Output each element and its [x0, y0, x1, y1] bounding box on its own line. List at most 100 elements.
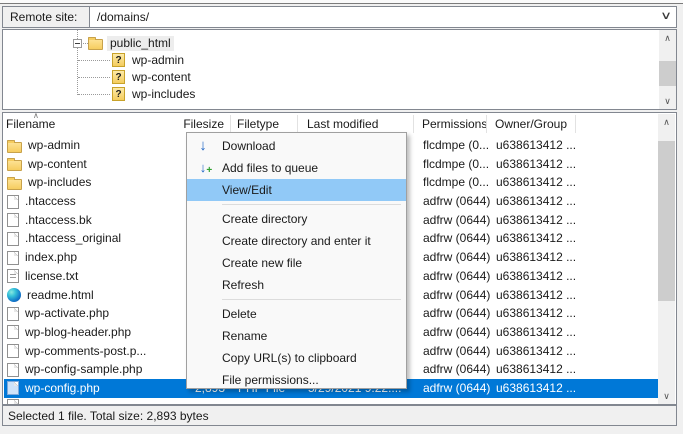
- permissions: flcdmpe (0...: [423, 174, 493, 191]
- owner-group: u638613412 ...: [496, 156, 584, 173]
- column-header-owner-group[interactable]: Owner/Group: [495, 117, 567, 131]
- tree-line: [78, 77, 110, 78]
- file-row-partial[interactable]: [4, 398, 660, 404]
- owner-group: u638613412 ...: [496, 380, 584, 397]
- filename: wp-blog-header.php: [25, 324, 131, 341]
- top-divider: [0, 3, 683, 4]
- context-menu: ↓ Download ↓+ Add files to queue View/Ed…: [186, 132, 407, 389]
- owner-group: u638613412 ...: [496, 324, 584, 341]
- permissions: adfrw (0644): [423, 361, 493, 378]
- menu-item-view-edit[interactable]: View/Edit: [187, 179, 406, 201]
- tree-collapse-toggle[interactable]: [73, 39, 82, 48]
- file-icon: [7, 344, 19, 358]
- owner-group: u638613412 ...: [496, 212, 584, 229]
- remote-site-bar: Remote site: /domains/ ∨: [2, 6, 677, 28]
- unknown-folder-icon: ?: [112, 53, 125, 67]
- tree-scrollbar-thumb[interactable]: [659, 61, 676, 86]
- owner-group: u638613412 ...: [496, 343, 584, 360]
- filename: wp-admin: [28, 137, 80, 154]
- owner-group: u638613412 ...: [496, 230, 584, 247]
- owner-group: u638613412 ...: [496, 305, 584, 322]
- menu-item-create-directory[interactable]: Create directory: [187, 208, 406, 230]
- tree-scrollbar[interactable]: ∧ ∨: [659, 30, 676, 109]
- tree-node-label: public_html: [107, 36, 174, 51]
- menu-item-file-permissions[interactable]: File permissions...: [187, 369, 406, 391]
- filename: .htaccess: [25, 193, 76, 210]
- tree-line: [77, 48, 78, 95]
- menu-item-download[interactable]: ↓ Download: [187, 135, 406, 157]
- permissions: adfrw (0644): [423, 249, 493, 266]
- file-icon: [7, 325, 19, 339]
- permissions: adfrw (0644): [423, 268, 493, 285]
- file-icon: [7, 213, 19, 227]
- menu-item-label: Rename: [219, 329, 267, 343]
- column-divider[interactable]: [413, 115, 414, 133]
- filename: wp-content: [28, 156, 87, 173]
- download-icon: ↓: [187, 139, 219, 153]
- scroll-up-icon[interactable]: ∧: [658, 114, 675, 130]
- permissions: adfrw (0644): [423, 305, 493, 322]
- menu-item-copy-urls[interactable]: Copy URL(s) to clipboard: [187, 347, 406, 369]
- menu-item-label: Create directory: [219, 212, 307, 226]
- tree-node-wp-content[interactable]: ? wp-content: [112, 69, 194, 85]
- unknown-folder-icon: ?: [112, 87, 125, 101]
- column-divider[interactable]: [486, 115, 487, 133]
- menu-item-label: Refresh: [219, 278, 264, 292]
- add-to-queue-icon: ↓+: [187, 161, 219, 175]
- file-icon: [7, 399, 19, 404]
- menu-separator: [222, 299, 401, 300]
- menu-item-create-new-file[interactable]: Create new file: [187, 252, 406, 274]
- menu-item-label: File permissions...: [219, 373, 319, 387]
- menu-item-add-files-to-queue[interactable]: ↓+ Add files to queue: [187, 157, 406, 179]
- column-divider[interactable]: [575, 115, 576, 133]
- file-icon: [7, 307, 19, 321]
- scroll-down-icon[interactable]: ∨: [658, 388, 675, 404]
- owner-group: u638613412 ...: [496, 249, 584, 266]
- column-header-filename[interactable]: Filename: [6, 117, 55, 131]
- column-header-filesize[interactable]: Filesize: [153, 117, 224, 131]
- tree-line: [78, 94, 110, 95]
- column-header-filetype[interactable]: Filetype: [237, 117, 279, 131]
- permissions: adfrw (0644): [423, 343, 493, 360]
- remote-directory-tree: public_html ? wp-admin ? wp-content ? wp…: [2, 29, 677, 110]
- menu-item-label: Delete: [219, 307, 257, 321]
- scroll-down-icon[interactable]: ∨: [659, 93, 676, 109]
- owner-group: u638613412 ...: [496, 361, 584, 378]
- remote-site-combobox[interactable]: /domains/ ∨: [90, 7, 676, 27]
- menu-item-refresh[interactable]: Refresh: [187, 274, 406, 296]
- owner-group: u638613412 ...: [496, 174, 584, 191]
- column-divider[interactable]: [297, 115, 298, 133]
- scroll-up-icon[interactable]: ∧: [659, 30, 676, 46]
- file-list-scrollbar-thumb[interactable]: [658, 141, 675, 301]
- file-list-scrollbar[interactable]: ∧ ∨: [658, 114, 675, 404]
- folder-icon: [88, 39, 103, 50]
- tree-line: [77, 30, 78, 39]
- text-file-icon: [7, 269, 19, 283]
- permissions: adfrw (0644): [423, 380, 493, 397]
- file-icon: [7, 232, 19, 246]
- permissions: adfrw (0644): [423, 287, 493, 304]
- tree-node-wp-admin[interactable]: ? wp-admin: [112, 52, 187, 68]
- tree-node-wp-includes[interactable]: ? wp-includes: [112, 86, 198, 102]
- filename: wp-activate.php: [25, 305, 109, 322]
- remote-site-label: Remote site:: [3, 7, 90, 27]
- owner-group: u638613412 ...: [496, 193, 584, 210]
- menu-item-delete[interactable]: Delete: [187, 303, 406, 325]
- filename: readme.html: [27, 287, 94, 304]
- menu-item-rename[interactable]: Rename: [187, 325, 406, 347]
- menu-item-create-directory-and-enter[interactable]: Create directory and enter it: [187, 230, 406, 252]
- status-text: Selected 1 file. Total size: 2,893 bytes: [8, 409, 209, 423]
- php-file-icon: [7, 381, 19, 395]
- tree-node-public-html[interactable]: public_html: [88, 35, 174, 51]
- remote-site-path: /domains/: [97, 10, 149, 24]
- chevron-down-icon[interactable]: ∨: [660, 9, 672, 22]
- column-header-modified[interactable]: Last modified: [307, 117, 378, 131]
- column-divider[interactable]: [230, 115, 231, 133]
- permissions: adfrw (0644): [423, 230, 493, 247]
- column-header-permissions[interactable]: Permissions: [422, 117, 487, 131]
- owner-group: u638613412 ...: [496, 137, 584, 154]
- menu-item-label: Create new file: [219, 256, 302, 270]
- tree-line: [78, 60, 110, 61]
- filename: wp-comments-post.p...: [25, 343, 146, 360]
- permissions: flcdmpe (0...: [423, 137, 493, 154]
